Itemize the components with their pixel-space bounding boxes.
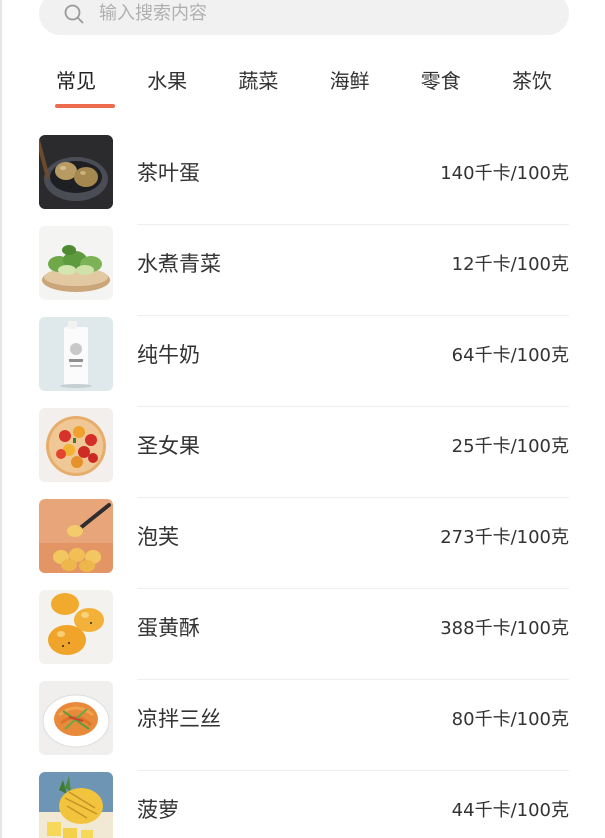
- tab-fruit[interactable]: 水果: [130, 62, 204, 110]
- left-edge-border: [0, 0, 2, 838]
- food-calories: 388千卡/100克: [440, 617, 569, 639]
- cherry-tomato-image: [39, 407, 113, 482]
- food-item-cherry-tomato[interactable]: 圣女果 25千卡/100克: [39, 407, 569, 498]
- food-name: 水煮青菜: [137, 251, 221, 276]
- food-name: 圣女果: [137, 433, 200, 458]
- tab-label: 蔬菜: [238, 69, 279, 93]
- food-list: 茶叶蛋 140千卡/100克 水煮青菜 12千卡/100克 纯牛奶 64千卡/1…: [39, 134, 569, 838]
- food-calories: 64千卡/100克: [451, 344, 569, 366]
- food-name: 纯牛奶: [137, 342, 200, 367]
- boiled-greens-image: [39, 225, 113, 300]
- food-name: 菠萝: [137, 797, 179, 822]
- tab-seafood[interactable]: 海鲜: [313, 62, 387, 110]
- tab-common[interactable]: 常见: [39, 62, 115, 110]
- search-input[interactable]: [99, 3, 519, 24]
- shredded-salad-image: [39, 680, 113, 755]
- food-calories: 44千卡/100克: [451, 799, 569, 821]
- active-tab-indicator: [55, 104, 115, 108]
- tab-label: 常见: [56, 69, 96, 93]
- food-calories: 140千卡/100克: [440, 162, 569, 184]
- tab-snack[interactable]: 零食: [404, 62, 478, 110]
- food-item-pineapple[interactable]: 菠萝 44千卡/100克: [39, 771, 569, 838]
- food-calories: 12千卡/100克: [451, 253, 569, 275]
- cream-puff-image: [39, 498, 113, 573]
- food-calories: 273千卡/100克: [440, 526, 569, 548]
- yolk-pastry-image: [39, 589, 113, 664]
- food-item-tea-egg[interactable]: 茶叶蛋 140千卡/100克: [39, 134, 569, 225]
- food-item-shredded-salad[interactable]: 凉拌三丝 80千卡/100克: [39, 680, 569, 771]
- tab-label: 零食: [420, 69, 461, 93]
- food-name: 泡芙: [137, 524, 179, 549]
- food-item-milk[interactable]: 纯牛奶 64千卡/100克: [39, 316, 569, 407]
- app-screen: 常见 水果 蔬菜 海鲜 零食 茶饮: [0, 0, 605, 838]
- search-bar[interactable]: [39, 0, 569, 35]
- tea-egg-image: [39, 134, 113, 209]
- food-name: 凉拌三丝: [137, 706, 221, 731]
- tab-label: 水果: [147, 69, 188, 93]
- search-icon: [63, 3, 85, 25]
- tab-vegetable[interactable]: 蔬菜: [221, 62, 295, 110]
- food-item-cream-puff[interactable]: 泡芙 273千卡/100克: [39, 498, 569, 589]
- tab-label: 茶饮: [511, 69, 552, 93]
- food-item-boiled-greens[interactable]: 水煮青菜 12千卡/100克: [39, 225, 569, 316]
- tab-label: 海鲜: [329, 69, 370, 93]
- food-item-yolk-pastry[interactable]: 蛋黄酥 388千卡/100克: [39, 589, 569, 680]
- food-calories: 25千卡/100克: [451, 435, 569, 457]
- tab-tea-drink[interactable]: 茶饮: [495, 62, 569, 110]
- food-name: 茶叶蛋: [137, 160, 200, 185]
- category-tabs: 常见 水果 蔬菜 海鲜 零食 茶饮: [39, 62, 569, 110]
- milk-carton-image: [39, 316, 113, 391]
- food-name: 蛋黄酥: [137, 615, 200, 640]
- food-calories: 80千卡/100克: [451, 708, 569, 730]
- pineapple-image: [39, 771, 113, 838]
